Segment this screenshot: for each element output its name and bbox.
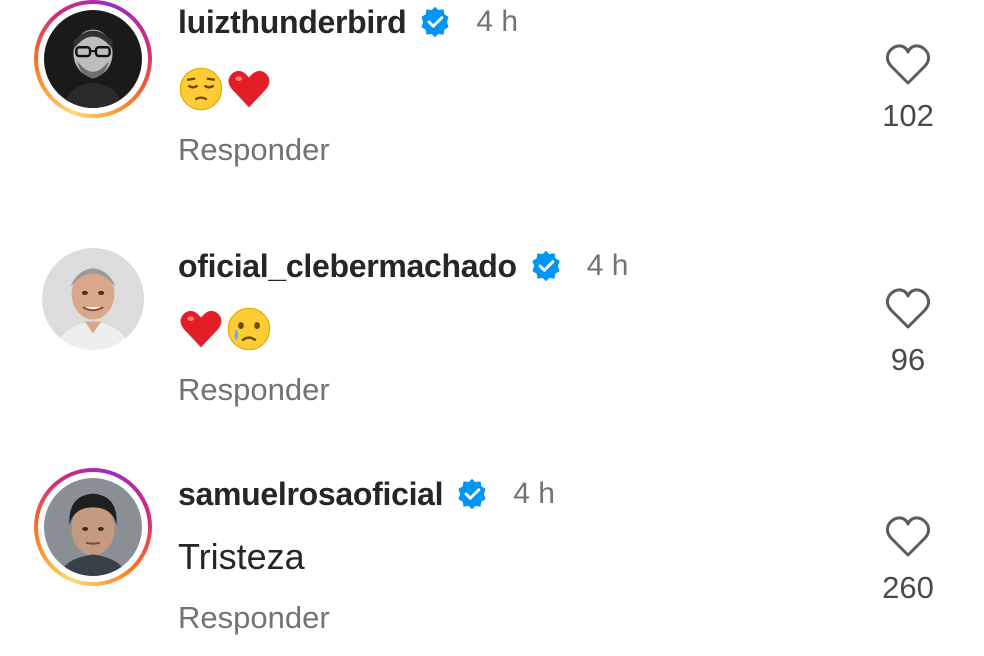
reply-button[interactable]: Responder [178,600,330,636]
verified-badge-icon [529,249,563,283]
avatar[interactable] [42,248,144,350]
crying-face-icon [226,306,272,352]
avatar[interactable] [44,478,142,576]
username[interactable]: samuelrosaoficial [178,476,444,513]
heart-outline-icon[interactable] [884,42,932,86]
like-group: 102 [870,42,946,134]
red-heart-icon [226,66,272,112]
like-count: 260 [882,570,934,605]
heart-outline-icon[interactable] [884,286,932,330]
avatar-story-ring[interactable] [34,0,152,118]
like-count: 102 [882,98,934,133]
comment-text [178,304,274,354]
reply-button[interactable]: Responder [178,372,330,408]
reply-button[interactable]: Responder [178,132,330,168]
comment-timestamp: 4 h [513,477,555,510]
verified-badge-icon [418,5,452,39]
comment-list: luizthunderbird 4 h Responder 102 oficia… [0,0,984,656]
like-group: 96 [870,286,946,378]
username[interactable]: luizthunderbird [178,4,407,41]
like-group: 260 [870,514,946,606]
verified-badge-icon [455,477,489,511]
comment-timestamp: 4 h [586,249,629,282]
heart-outline-icon[interactable] [884,514,932,558]
red-heart-icon [178,306,224,352]
avatar-wrap[interactable] [34,240,152,358]
avatar-story-ring[interactable] [34,468,152,586]
comment-text: Tristeza [178,536,305,577]
pensive-face-icon [178,66,224,112]
avatar[interactable] [44,10,142,108]
username[interactable]: oficial_clebermachado [178,248,517,285]
comment-text [178,64,274,114]
like-count: 96 [890,342,926,377]
comment-timestamp: 4 h [476,5,519,38]
